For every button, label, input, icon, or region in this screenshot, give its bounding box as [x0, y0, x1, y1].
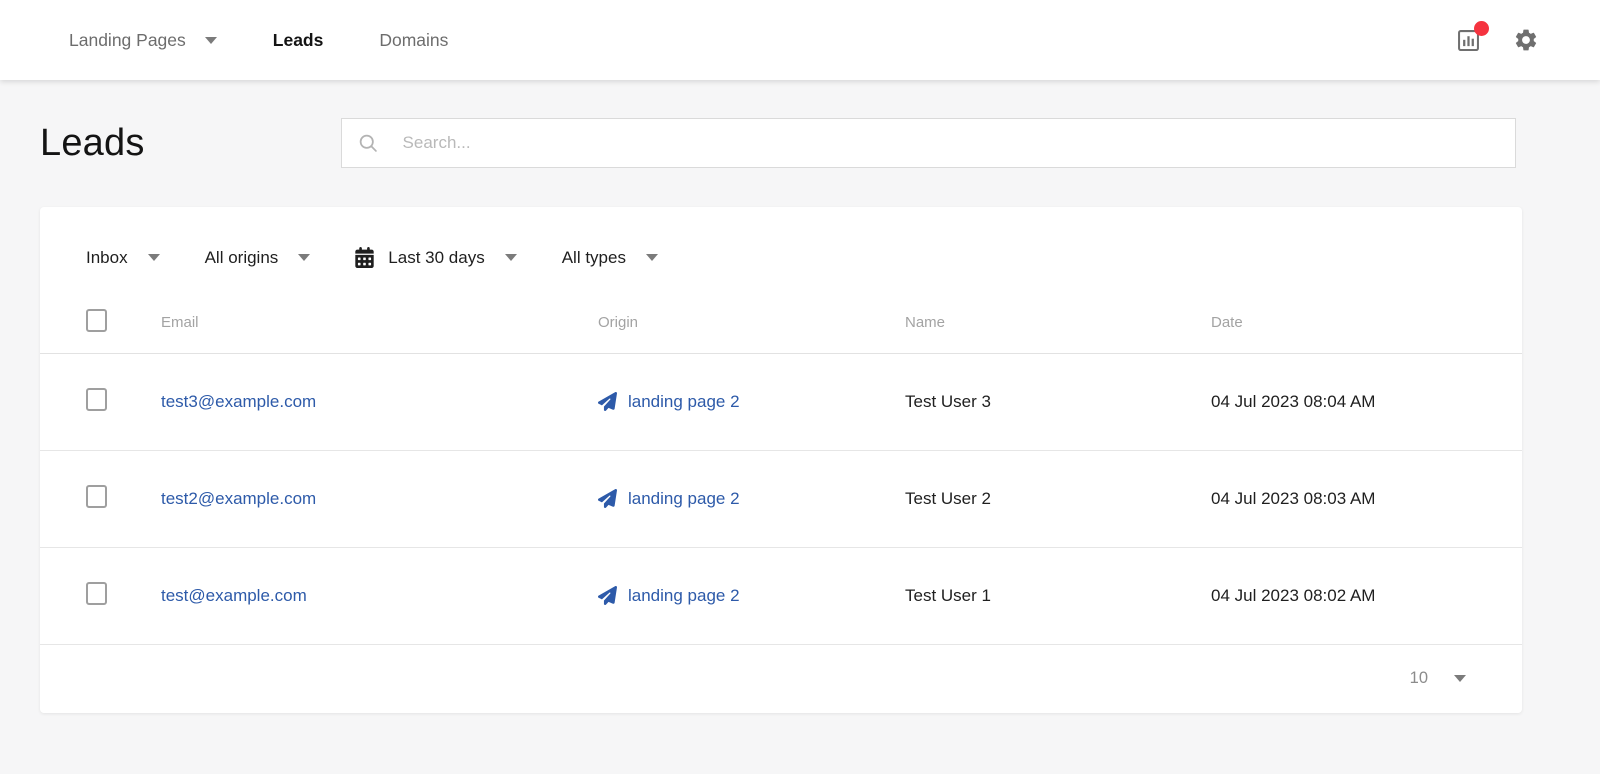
nav-item-landing-pages[interactable]: Landing Pages — [69, 30, 217, 51]
lead-date: 04 Jul 2023 08:03 AM — [1211, 450, 1522, 547]
page-size-value: 10 — [1410, 669, 1428, 688]
origin-link[interactable]: landing page 2 — [628, 586, 740, 606]
filter-label: Last 30 days — [388, 248, 484, 268]
filter-type[interactable]: All types — [562, 248, 658, 268]
row-checkbox[interactable] — [86, 582, 107, 605]
leads-table: Email Origin Name Date test3@example.com… — [40, 293, 1522, 645]
chevron-down-icon — [505, 254, 517, 261]
paper-plane-icon — [598, 392, 617, 411]
nav-label: Landing Pages — [69, 30, 186, 51]
search-icon — [358, 133, 379, 154]
select-all-checkbox[interactable] — [86, 309, 107, 332]
origin-link[interactable]: landing page 2 — [628, 392, 740, 412]
lead-email-link[interactable]: test3@example.com — [161, 392, 316, 411]
table-row: test@example.com landing page 2 Test Use… — [40, 547, 1522, 644]
column-header-email: Email — [161, 293, 598, 353]
table-row: test3@example.com landing page 2 Test Us… — [40, 353, 1522, 450]
lead-date: 04 Jul 2023 08:02 AM — [1211, 547, 1522, 644]
search-box[interactable] — [341, 118, 1516, 168]
lead-name: Test User 3 — [905, 353, 1211, 450]
column-header-origin: Origin — [598, 293, 905, 353]
lead-name: Test User 2 — [905, 450, 1211, 547]
settings-button[interactable] — [1512, 26, 1540, 54]
nav-actions — [1454, 26, 1540, 54]
chevron-down-icon — [205, 37, 217, 44]
main-nav: Landing Pages Leads Domains — [69, 30, 448, 51]
row-checkbox[interactable] — [86, 388, 107, 411]
lead-date: 04 Jul 2023 08:04 AM — [1211, 353, 1522, 450]
calendar-icon — [355, 247, 374, 268]
table-body: test3@example.com landing page 2 Test Us… — [40, 353, 1522, 644]
search-input[interactable] — [403, 133, 1499, 153]
row-checkbox[interactable] — [86, 485, 107, 508]
column-header-name: Name — [905, 293, 1211, 353]
chevron-down-icon — [298, 254, 310, 261]
main-content: Leads Inbox All origins Last 30 days — [0, 80, 1600, 713]
filter-label: All origins — [205, 248, 279, 268]
gear-icon — [1513, 27, 1539, 53]
lead-email-link[interactable]: test@example.com — [161, 586, 307, 605]
origin-link[interactable]: landing page 2 — [628, 489, 740, 509]
leads-card: Inbox All origins Last 30 days All types — [40, 207, 1522, 713]
table-row: test2@example.com landing page 2 Test Us… — [40, 450, 1522, 547]
chevron-down-icon — [646, 254, 658, 261]
top-navigation: Landing Pages Leads Domains — [0, 0, 1600, 80]
filter-origin[interactable]: All origins — [205, 248, 311, 268]
table-header-row: Email Origin Name Date — [40, 293, 1522, 353]
lead-email-link[interactable]: test2@example.com — [161, 489, 316, 508]
nav-label: Leads — [273, 30, 324, 51]
filter-label: All types — [562, 248, 626, 268]
nav-label: Domains — [379, 30, 448, 51]
filters-bar: Inbox All origins Last 30 days All types — [40, 207, 1522, 293]
chevron-down-icon — [148, 254, 160, 261]
filter-folder[interactable]: Inbox — [86, 248, 160, 268]
nav-item-leads[interactable]: Leads — [273, 30, 324, 51]
pagination-bar: 10 — [40, 645, 1522, 713]
paper-plane-icon — [598, 586, 617, 605]
page-title: Leads — [40, 122, 145, 165]
page-size-select[interactable]: 10 — [1410, 669, 1466, 688]
page-header: Leads — [0, 80, 1600, 168]
paper-plane-icon — [598, 489, 617, 508]
nav-item-domains[interactable]: Domains — [379, 30, 448, 51]
lead-name: Test User 1 — [905, 547, 1211, 644]
filter-label: Inbox — [86, 248, 128, 268]
chevron-down-icon — [1454, 675, 1466, 682]
analytics-button[interactable] — [1454, 26, 1482, 54]
filter-date-range[interactable]: Last 30 days — [355, 247, 516, 268]
column-header-date: Date — [1211, 293, 1522, 353]
notification-dot — [1474, 21, 1489, 36]
